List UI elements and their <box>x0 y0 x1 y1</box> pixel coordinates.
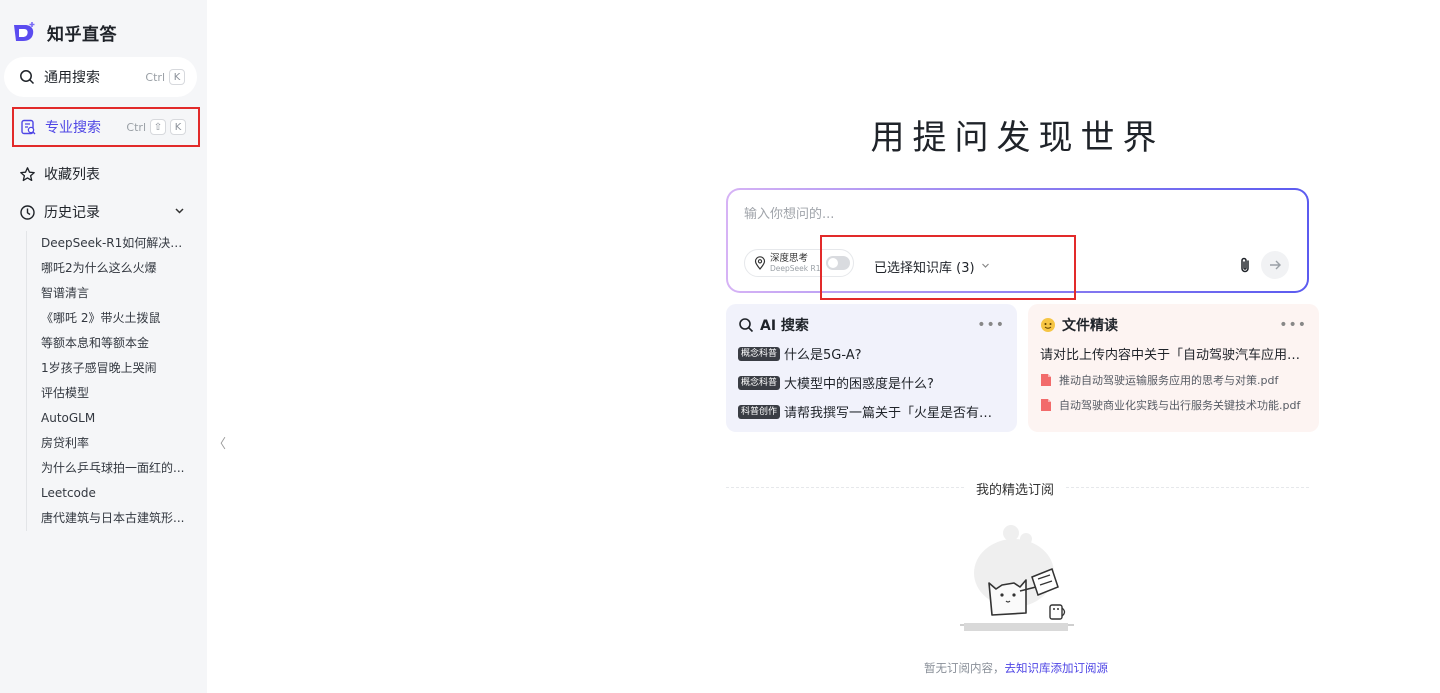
file-question-text: 请对比上传内容中关于「自动驾驶汽车应用障... <box>1040 348 1307 363</box>
history-item[interactable]: 为什么乒乓球拍一面红的... <box>27 456 186 481</box>
ai-search-suggestion[interactable]: 科普创作 请帮我撰写一篇关于「火星是否有过生... <box>738 402 1005 421</box>
ai-search-card-header: AI 搜索 ••• <box>738 316 1005 334</box>
pro-search-shortcut: Ctrl ⇧ K <box>126 119 186 135</box>
ai-search-card-title: AI 搜索 <box>760 318 809 334</box>
category-tag: 概念科普 <box>738 346 781 361</box>
pdf-file-icon <box>1041 399 1051 411</box>
shortcut-ctrl: Ctrl <box>126 120 146 134</box>
shortcut-k: K <box>169 69 185 85</box>
suggestion-text: 什么是5G-A? <box>784 348 862 363</box>
shortcut-k: K <box>170 119 186 135</box>
search-icon <box>18 68 36 86</box>
general-search-shortcut: Ctrl K <box>145 69 185 85</box>
zhida-logo-icon <box>14 22 35 41</box>
history-item[interactable]: 房贷利率 <box>27 431 186 456</box>
deep-think-text: 深度思考 DeepSeek R1 <box>770 252 821 273</box>
history-item[interactable]: 《哪吒 2》带火土拨鼠 <box>27 306 186 331</box>
star-icon <box>18 165 36 183</box>
shortcut-ctrl: Ctrl <box>145 70 165 84</box>
subscriptions-title: 我的精选订阅 <box>966 479 1065 498</box>
ask-box-inner: 深度思考 DeepSeek R1 已选择知识库 (3) <box>728 190 1307 291</box>
category-tag: 科普创作 <box>738 404 781 419</box>
chevron-down-icon <box>981 261 990 273</box>
history-item[interactable]: 哪吒2为什么这么火爆 <box>27 256 186 281</box>
suggestion-text: 大模型中的困惑度是什么? <box>784 377 934 392</box>
empty-text: 暂无订阅内容， <box>924 661 1005 675</box>
pdf-file-name: 自动驾驶商业化实践与出行服务关键技术功能.pdf <box>1059 399 1301 412</box>
empty-cat-illustration-icon <box>960 525 1074 631</box>
history-item[interactable]: AutoGLM <box>27 406 186 431</box>
favorites-button[interactable]: 收藏列表 <box>4 154 197 194</box>
paperclip-icon[interactable] <box>1236 256 1254 274</box>
deep-think-label: 深度思考 <box>770 252 809 264</box>
suggestion-text: 请帮我撰写一篇关于「火星是否有过生... <box>784 406 1005 421</box>
history-item[interactable]: 唐代建筑与日本古建筑形... <box>27 506 186 531</box>
sidebar-collapse-button[interactable]: 〈 <box>213 433 226 452</box>
ai-search-card[interactable]: AI 搜索 ••• 概念科普 什么是5G-A? 概念科普 大模型中的困惑度是什么… <box>726 304 1017 432</box>
pdf-file-icon <box>1041 374 1051 386</box>
more-icon[interactable]: ••• <box>1279 317 1307 333</box>
ask-box: 深度思考 DeepSeek R1 已选择知识库 (3) <box>726 188 1309 293</box>
question-input[interactable] <box>744 207 1264 222</box>
chevron-down-icon <box>174 205 185 219</box>
general-search-label: 通用搜索 <box>44 70 100 86</box>
location-pin-icon <box>754 256 766 270</box>
shortcut-shift: ⇧ <box>150 119 166 135</box>
category-tag: 概念科普 <box>738 375 781 390</box>
clock-icon <box>18 203 36 221</box>
history-list: DeepSeek-R1如何解决语... 哪吒2为什么这么火爆 智谱清言 《哪吒 … <box>26 231 186 531</box>
history-label: 历史记录 <box>44 205 100 221</box>
general-search-button[interactable]: 通用搜索 Ctrl K <box>4 57 197 97</box>
history-item[interactable]: 等额本息和等额本金 <box>27 331 186 356</box>
smile-face-icon <box>1041 318 1055 332</box>
deep-think-toggle[interactable] <box>826 256 850 270</box>
add-subscription-link[interactable]: 去知识库添加订阅源 <box>1005 661 1109 675</box>
history-item[interactable]: DeepSeek-R1如何解决语... <box>27 231 186 256</box>
brand-name: 知乎直答 <box>47 24 117 45</box>
history-item[interactable]: 1岁孩子感冒晚上哭闹 <box>27 356 186 381</box>
ai-search-suggestion[interactable]: 概念科普 大模型中的困惑度是什么? <box>738 373 1005 392</box>
favorites-label: 收藏列表 <box>44 167 100 183</box>
pro-search-button[interactable]: 专业搜索 Ctrl ⇧ K <box>12 107 200 147</box>
history-item[interactable]: 智谱清言 <box>27 281 186 306</box>
send-button[interactable] <box>1261 251 1289 279</box>
pdf-file-name: 推动自动驾驶运输服务应用的思考与对策.pdf <box>1059 374 1279 387</box>
pdf-file-item[interactable]: 推动自动驾驶运输服务应用的思考与对策.pdf <box>1040 372 1307 388</box>
file-reading-card[interactable]: 文件精读 ••• 请对比上传内容中关于「自动驾驶汽车应用障... 推动自动驾驶运… <box>1028 304 1319 432</box>
brand[interactable]: 知乎直答 <box>12 19 117 45</box>
empty-subscriptions-message: 暂无订阅内容，去知识库添加订阅源 <box>924 660 1108 676</box>
search-icon <box>739 318 754 333</box>
page-title: 用提问发现世界 <box>870 118 1165 158</box>
file-reading-card-title: 文件精读 <box>1062 318 1118 334</box>
sidebar: 知乎直答 通用搜索 Ctrl K 专业搜索 Ctrl ⇧ K 收藏列表 历史记录… <box>0 0 207 693</box>
knowledge-base-select-label: 已选择知识库 (3) <box>874 261 975 276</box>
history-toggle[interactable]: 历史记录 <box>4 192 197 232</box>
file-reading-question[interactable]: 请对比上传内容中关于「自动驾驶汽车应用障... <box>1040 344 1307 363</box>
pro-search-label: 专业搜索 <box>45 120 101 136</box>
deep-think-model: DeepSeek R1 <box>770 263 821 273</box>
arrow-right-icon <box>1270 260 1281 270</box>
history-item[interactable]: 评估模型 <box>27 381 186 406</box>
knowledge-base-select[interactable]: 已选择知识库 (3) <box>874 257 990 276</box>
ai-search-suggestion[interactable]: 概念科普 什么是5G-A? <box>738 344 1005 363</box>
history-item[interactable]: Leetcode <box>27 481 186 506</box>
more-icon[interactable]: ••• <box>977 317 1005 333</box>
pdf-file-item[interactable]: 自动驾驶商业化实践与出行服务关键技术功能.pdf <box>1040 397 1307 413</box>
file-reading-card-header: 文件精读 ••• <box>1040 316 1307 334</box>
doc-search-icon <box>19 118 37 136</box>
